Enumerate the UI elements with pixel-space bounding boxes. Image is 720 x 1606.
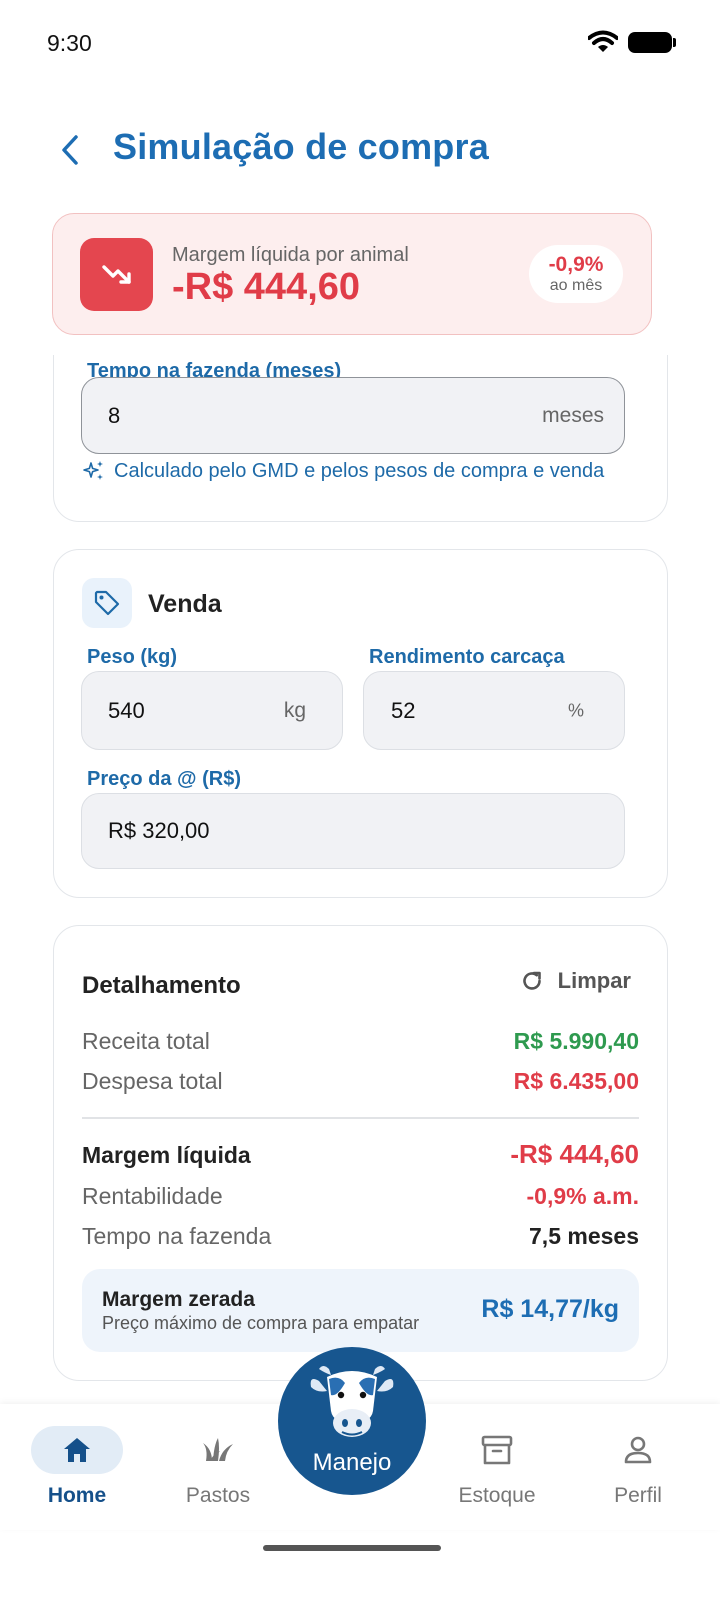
sparkles-icon bbox=[83, 461, 103, 480]
margem-value: -R$ 444,60 bbox=[510, 1139, 639, 1169]
trending-down-icon bbox=[101, 264, 131, 284]
detail-card: Detalhamento Limpar Receita total R$ 5.9… bbox=[53, 925, 668, 1381]
receita-label: Receita total bbox=[82, 1028, 210, 1054]
tag-icon bbox=[94, 590, 120, 616]
venda-title: Venda bbox=[148, 590, 222, 618]
despesa-value: R$ 6.435,00 bbox=[513, 1068, 639, 1094]
nav-perfil-label: Perfil bbox=[614, 1484, 662, 1507]
tempo-row: Tempo na fazenda 7,5 meses bbox=[82, 1223, 639, 1250]
estoque-icon-wrap bbox=[451, 1426, 543, 1474]
status-time: 9:30 bbox=[47, 30, 92, 56]
rendimento-field[interactable]: 52 % bbox=[363, 671, 625, 750]
rentabilidade-value: -0,9% a.m. bbox=[526, 1183, 640, 1209]
receita-value: R$ 5.990,40 bbox=[513, 1028, 639, 1054]
preco-label: Preço da @ (R$) bbox=[87, 768, 241, 790]
time-field[interactable]: 8 meses bbox=[81, 377, 625, 454]
battery-icon bbox=[628, 32, 676, 53]
person-icon bbox=[624, 1436, 652, 1464]
time-card: Tempo na fazenda (meses) 8 meses Calcula… bbox=[53, 355, 668, 522]
archive-icon bbox=[481, 1435, 513, 1465]
wifi-icon bbox=[588, 30, 618, 52]
peso-suffix: kg bbox=[283, 698, 306, 722]
despesa-row: Despesa total R$ 6.435,00 bbox=[82, 1068, 639, 1095]
despesa-label: Despesa total bbox=[82, 1068, 223, 1094]
peso-field[interactable]: 540 kg bbox=[81, 671, 343, 750]
rentabilidade-row: Rentabilidade -0,9% a.m. bbox=[82, 1183, 639, 1210]
time-value: 8 bbox=[108, 402, 121, 428]
nav-estoque-label: Estoque bbox=[458, 1484, 536, 1507]
margin-banner: Margem líquida por animal -R$ 444,60 -0,… bbox=[52, 213, 652, 335]
page-title: Simulação de compra bbox=[113, 126, 489, 167]
home-icon bbox=[64, 1438, 90, 1462]
rendimento-label: Rendimento carcaça bbox=[369, 646, 565, 668]
nav-home-label: Home bbox=[47, 1484, 107, 1507]
peso-value: 540 bbox=[108, 697, 145, 723]
nav-pastos-label: Pastos bbox=[185, 1484, 251, 1507]
preco-field[interactable]: R$ 320,00 bbox=[81, 793, 625, 869]
rentabilidade-label: Rentabilidade bbox=[82, 1183, 223, 1209]
perfil-icon-wrap bbox=[592, 1426, 684, 1474]
time-hint: Calculado pelo GMD e pelos pesos de comp… bbox=[82, 459, 604, 483]
breakeven-title: Margem zerada bbox=[102, 1288, 255, 1311]
nav-perfil[interactable]: Perfil bbox=[573, 1404, 703, 1530]
clear-label: Limpar bbox=[557, 968, 631, 993]
tag-icon-box bbox=[82, 578, 132, 628]
preco-value: R$ 320,00 bbox=[108, 818, 210, 843]
nav-estoque[interactable]: Estoque bbox=[432, 1404, 562, 1530]
margem-row: Margem líquida -R$ 444,60 bbox=[82, 1139, 639, 1170]
rendimento-suffix: % bbox=[567, 700, 584, 720]
pastos-icon-wrap bbox=[172, 1426, 264, 1474]
venda-card: Venda Peso (kg) 540 kg Rendimento carcaç… bbox=[53, 549, 668, 898]
back-button[interactable] bbox=[50, 128, 90, 172]
receita-row: Receita total R$ 5.990,40 bbox=[82, 1028, 639, 1055]
banner-value: -R$ 444,60 bbox=[172, 266, 361, 308]
time-hint-text: Calculado pelo GMD e pelos pesos de comp… bbox=[114, 459, 605, 482]
monthly-rate-badge: -0,9% ao mês bbox=[529, 245, 623, 303]
home-icon-pill bbox=[31, 1426, 123, 1474]
peso-label: Peso (kg) bbox=[87, 646, 178, 668]
nav-home[interactable]: Home bbox=[12, 1404, 142, 1530]
home-indicator bbox=[263, 1545, 441, 1551]
refresh-icon bbox=[522, 971, 541, 990]
status-bar: 9:30 bbox=[0, 0, 720, 88]
banner-label: Margem líquida por animal bbox=[172, 244, 409, 266]
breakeven-box: Margem zerada Preço máximo de compra par… bbox=[82, 1269, 639, 1352]
monthly-rate-value: -0,9% bbox=[548, 253, 604, 276]
nav-manejo-label: Manejo bbox=[312, 1449, 392, 1476]
breakeven-value: R$ 14,77/kg bbox=[481, 1295, 619, 1323]
cow-icon bbox=[310, 1366, 394, 1437]
detail-title: Detalhamento bbox=[82, 972, 241, 999]
trend-icon-box bbox=[80, 238, 153, 311]
tempo-label: Tempo na fazenda bbox=[82, 1223, 272, 1249]
rendimento-value: 52 bbox=[391, 697, 416, 723]
breakeven-subtitle: Preço máximo de compra para empatar bbox=[102, 1313, 420, 1333]
nav-manejo-button[interactable]: Manejo bbox=[278, 1347, 426, 1495]
grass-icon bbox=[203, 1438, 233, 1461]
chevron-left-icon bbox=[62, 135, 78, 165]
scroll-content[interactable]: Tempo na fazenda (meses) 8 meses Calcula… bbox=[0, 355, 720, 1440]
monthly-rate-label: ao mês bbox=[549, 277, 603, 294]
clear-button[interactable]: Limpar bbox=[520, 968, 631, 994]
detail-divider bbox=[82, 1117, 639, 1119]
time-suffix: meses bbox=[542, 403, 604, 427]
tempo-value: 7,5 meses bbox=[529, 1223, 639, 1249]
margem-label: Margem líquida bbox=[82, 1142, 251, 1168]
nav-pastos[interactable]: Pastos bbox=[153, 1404, 283, 1530]
